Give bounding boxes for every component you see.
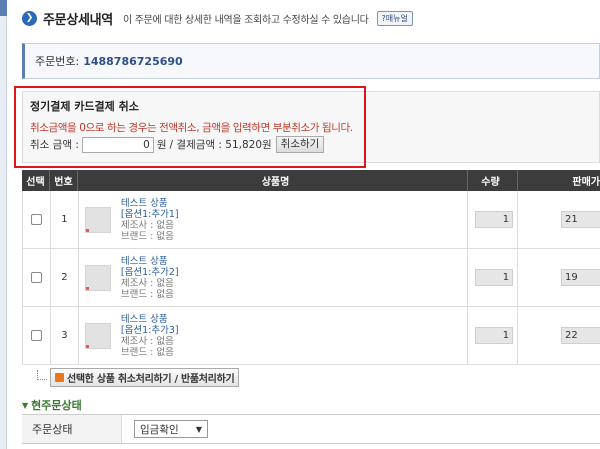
product-maker: 제조사 : 없음 bbox=[120, 335, 174, 347]
bulk-action-label: 선택한 상품 취소처리하기 / 반품처리하기 bbox=[67, 374, 235, 385]
price-field: 19 bbox=[561, 269, 600, 286]
product-option: [옵션1:추가1] bbox=[120, 208, 179, 220]
order-status-label: 주문상태 bbox=[22, 415, 122, 443]
row-number: 1 bbox=[61, 214, 68, 225]
product-option: [옵션1:추가2] bbox=[120, 266, 179, 278]
product-name-link[interactable]: 테스트 상품 bbox=[121, 256, 179, 267]
qty-field: 1 bbox=[475, 269, 514, 286]
bulk-cancel-return-button[interactable]: 선택한 상품 취소처리하기 / 반품처리하기 bbox=[50, 368, 240, 387]
order-number-label: 주문번호: bbox=[35, 55, 80, 68]
order-status-row: 주문상태 입금확인 ▼ bbox=[22, 414, 600, 444]
order-status-selected: 입금확인 bbox=[140, 423, 179, 436]
row-number: 3 bbox=[61, 330, 68, 341]
action-icon bbox=[55, 373, 64, 382]
row-checkbox[interactable] bbox=[30, 272, 42, 283]
row-checkbox[interactable] bbox=[30, 214, 42, 225]
price-field: 21 bbox=[561, 211, 600, 228]
bulk-action-area: 선택한 상품 취소처리하기 / 반품처리하기 bbox=[37, 368, 240, 387]
header-qty: 수량 bbox=[468, 170, 518, 191]
table-row: 2 테스트 상품 [옵션1:추가2] 제조사 : 없음 브랜드 : 없음 1 1… bbox=[22, 249, 600, 307]
product-brand: 브랜드 : 없음 bbox=[120, 230, 174, 242]
header-no: 번호 bbox=[50, 170, 78, 191]
row-checkbox[interactable] bbox=[30, 330, 42, 341]
price-field: 22 bbox=[561, 327, 600, 344]
status-section-title: 현주문상태 bbox=[31, 399, 82, 412]
red-highlight-box bbox=[14, 86, 366, 168]
page-description: 이 주문에 대한 상세한 내역을 조회하고 수정하실 수 있습니다 bbox=[122, 14, 369, 26]
left-frame-edge bbox=[0, 0, 7, 449]
tree-connector bbox=[37, 369, 47, 380]
page-header: ❯ 주문상세내역 이 주문에 대한 상세한 내역을 조회하고 수정하실 수 있습… bbox=[22, 8, 413, 28]
qty-field: 1 bbox=[475, 211, 514, 228]
qty-field: 1 bbox=[475, 327, 514, 344]
product-thumbnail[interactable] bbox=[84, 206, 111, 233]
triangle-down-icon: ▼ bbox=[22, 400, 29, 410]
status-section-header: ▼ 현주문상태 bbox=[22, 397, 82, 413]
order-items-table: 선택 번호 상품명 수량 판매가 1 테스트 상품 [옵션1:추가1] 제조사 … bbox=[22, 170, 600, 365]
table-row: 3 테스트 상품 [옵션1:추가3] 제조사 : 없음 브랜드 : 없음 1 2… bbox=[22, 307, 600, 365]
header-price: 판매가 bbox=[572, 177, 600, 188]
frame-cap bbox=[0, 0, 7, 16]
order-number-value: 1488786725690 bbox=[83, 54, 183, 68]
table-header: 선택 번호 상품명 수량 판매가 bbox=[22, 170, 600, 191]
row-number: 2 bbox=[61, 272, 68, 283]
product-maker: 제조사 : 없음 bbox=[120, 277, 174, 289]
table-row: 1 테스트 상품 [옵션1:추가1] 제조사 : 없음 브랜드 : 없음 1 2… bbox=[22, 191, 600, 249]
product-name-link[interactable]: 테스트 상품 bbox=[121, 314, 179, 325]
product-maker: 제조사 : 없음 bbox=[120, 219, 174, 231]
product-brand: 브랜드 : 없음 bbox=[120, 346, 174, 358]
manual-button[interactable]: ?매뉴얼 bbox=[376, 10, 413, 26]
product-name-link[interactable]: 테스트 상품 bbox=[121, 198, 179, 209]
order-status-select[interactable]: 입금확인 ▼ bbox=[134, 420, 208, 438]
dropdown-arrow-icon: ▼ bbox=[195, 424, 202, 434]
page-title: 주문상세내역 bbox=[43, 12, 113, 28]
arrow-bullet-icon: ❯ bbox=[22, 10, 37, 26]
header-select: 선택 bbox=[22, 170, 50, 191]
product-brand: 브랜드 : 없음 bbox=[120, 288, 174, 300]
product-thumbnail[interactable] bbox=[84, 264, 111, 291]
header-product: 상품명 bbox=[78, 170, 468, 191]
order-number-box: 주문번호: 1488786725690 bbox=[22, 43, 600, 79]
product-thumbnail[interactable] bbox=[84, 322, 111, 349]
product-option: [옵션1:추가3] bbox=[120, 324, 179, 336]
